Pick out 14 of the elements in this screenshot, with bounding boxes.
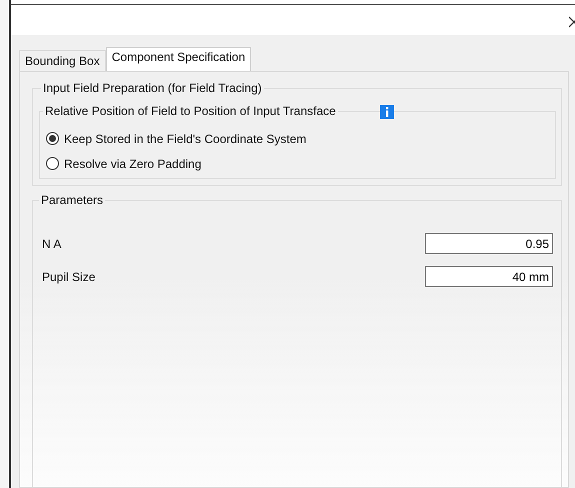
group-title: Relative Position of Field to Position of Input Transface [43, 104, 338, 118]
radio-label: Resolve via Zero Padding [64, 156, 202, 170]
input-field[interactable]: 40 mm [425, 266, 553, 287]
info-icon[interactable] [380, 105, 394, 119]
group-title: Input Field Preparation (for Field Tracing) [41, 81, 264, 95]
radio-button[interactable] [46, 157, 59, 170]
field-label: Pupil Size [42, 270, 96, 284]
group-title: Parameters [39, 193, 106, 207]
radio-label: Keep Stored in the Field's Coordinate System [64, 132, 306, 146]
field-label: N A [42, 236, 62, 250]
tab[interactable]: Component Specification [106, 47, 252, 71]
input-field[interactable]: 0.95 [425, 233, 553, 254]
tab[interactable]: Bounding Box [19, 50, 106, 71]
radio-button[interactable] [46, 132, 59, 145]
